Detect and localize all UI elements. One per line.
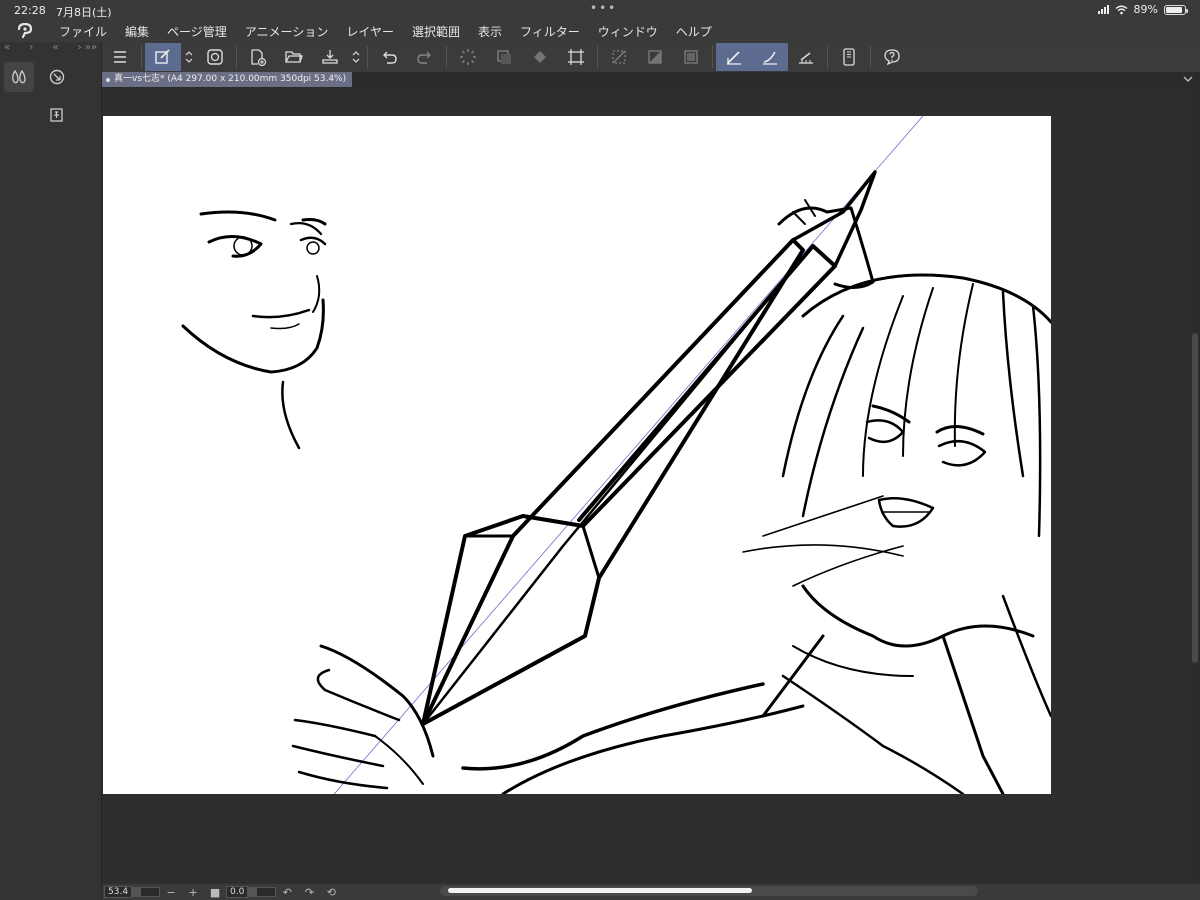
- toolbar-divider: [141, 46, 142, 68]
- zoom-value[interactable]: 53.4: [104, 886, 133, 898]
- menu-help[interactable]: ヘルプ: [667, 23, 721, 40]
- quick-access-icon[interactable]: [145, 43, 181, 71]
- redo-icon[interactable]: [407, 43, 443, 71]
- zoom-out-icon[interactable]: −: [160, 886, 182, 899]
- clip-studio-logo-icon[interactable]: [0, 23, 50, 39]
- toolbar-divider: [367, 46, 368, 68]
- toolbar-divider: [236, 46, 237, 68]
- quick-access-toggle-icon[interactable]: [181, 43, 197, 71]
- rotate-left-icon[interactable]: ↶: [276, 886, 298, 899]
- reset-rotation-icon[interactable]: ⟲: [320, 886, 342, 899]
- menu-edit[interactable]: 編集: [116, 23, 158, 40]
- toolbar-divider: [597, 46, 598, 68]
- undo-icon[interactable]: [371, 43, 407, 71]
- navigator-icon[interactable]: [42, 62, 72, 92]
- rotation-slider[interactable]: [248, 887, 277, 897]
- battery-percent: 89%: [1133, 3, 1158, 16]
- multitasking-dots-icon[interactable]: •••: [590, 1, 617, 15]
- close-tab-icon[interactable]: [106, 77, 110, 82]
- canvas-paper[interactable]: [103, 116, 1051, 794]
- expand-right-icon[interactable]: ›: [29, 42, 33, 58]
- status-time: 22:28: [14, 4, 46, 17]
- menu-filter[interactable]: フィルター: [511, 23, 589, 40]
- collapse-left-icon[interactable]: «: [4, 42, 10, 58]
- document-tab-title: 真一vs七志* (A4 297.00 x 210.00mm 350dpi 53.…: [114, 74, 347, 84]
- menu-layer[interactable]: レイヤー: [337, 23, 403, 40]
- document-tab[interactable]: 真一vs七志* (A4 297.00 x 210.00mm 350dpi 53.…: [102, 72, 353, 87]
- toolbar-divider: [712, 46, 713, 68]
- status-indicators: 89%: [1097, 3, 1188, 16]
- save-options-toggle-icon[interactable]: [348, 43, 364, 71]
- collapse-left-2-icon[interactable]: «: [52, 42, 58, 58]
- toolbar-divider: [446, 46, 447, 68]
- left-panel: « › « › »»: [0, 42, 102, 900]
- vertical-scroll-thumb[interactable]: [1192, 333, 1198, 663]
- app-window: 22:28 7月8日(土) ••• 89% ファイル 編集 ページ管理 アニメー…: [0, 0, 1200, 900]
- open-file-icon[interactable]: [276, 43, 312, 71]
- clear-icon[interactable]: [486, 43, 522, 71]
- zoom-slider[interactable]: [132, 887, 161, 897]
- vertical-scrollbar[interactable]: [1190, 88, 1200, 884]
- document-tab-bar: 真一vs七志* (A4 297.00 x 210.00mm 350dpi 53.…: [102, 72, 1200, 88]
- show-selection-icon[interactable]: [673, 43, 709, 71]
- wifi-icon: [1115, 5, 1127, 14]
- snap-to-ruler-icon[interactable]: [716, 43, 752, 71]
- transform-icon[interactable]: [558, 43, 594, 71]
- snap-to-grid-icon[interactable]: [788, 43, 824, 71]
- toolbar-divider: [870, 46, 871, 68]
- rotate-right-icon[interactable]: ↷: [298, 886, 320, 899]
- companion-icon[interactable]: [197, 43, 233, 71]
- expand-right-2-icon[interactable]: › »»: [78, 42, 97, 58]
- snap-to-special-ruler-icon[interactable]: [752, 43, 788, 71]
- menu-selection[interactable]: 選択範囲: [403, 23, 469, 40]
- status-date: 7月8日(土): [56, 6, 112, 19]
- layer-property-icon[interactable]: [42, 100, 72, 130]
- menu-file[interactable]: ファイル: [50, 23, 116, 40]
- status-bar: 22:28 7月8日(土) ••• 89%: [0, 0, 1200, 20]
- menu-page[interactable]: ページ管理: [158, 23, 236, 40]
- loading-icon: [450, 43, 486, 71]
- brush-tool-icon[interactable]: [4, 62, 34, 92]
- home-indicator[interactable]: [448, 888, 752, 893]
- menu-window[interactable]: ウィンドウ: [589, 23, 667, 40]
- panel-collapse-bar[interactable]: « › « › »»: [0, 42, 101, 58]
- fit-screen-icon[interactable]: ■: [204, 886, 226, 899]
- command-bar: [102, 42, 1200, 72]
- save-icon[interactable]: [312, 43, 348, 71]
- invert-selection-icon[interactable]: [637, 43, 673, 71]
- menu-bar: ファイル 編集 ページ管理 アニメーション レイヤー 選択範囲 表示 フィルター…: [0, 20, 1200, 42]
- toolbar-divider: [827, 46, 828, 68]
- deselect-icon[interactable]: [601, 43, 637, 71]
- help-icon[interactable]: [874, 43, 910, 71]
- line-art-drawing: [181, 116, 1051, 794]
- zoom-in-icon[interactable]: +: [182, 886, 204, 899]
- menu-icon[interactable]: [102, 43, 138, 71]
- chevron-down-icon[interactable]: [1182, 73, 1194, 85]
- new-file-icon[interactable]: [240, 43, 276, 71]
- menu-animation[interactable]: アニメーション: [236, 23, 338, 40]
- fill-icon[interactable]: [522, 43, 558, 71]
- smartphone-icon[interactable]: [831, 43, 867, 71]
- cellular-signal-icon: [1097, 5, 1109, 14]
- rotation-value[interactable]: 0.0: [226, 886, 249, 898]
- battery-icon: [1164, 4, 1188, 15]
- menu-view[interactable]: 表示: [469, 23, 511, 40]
